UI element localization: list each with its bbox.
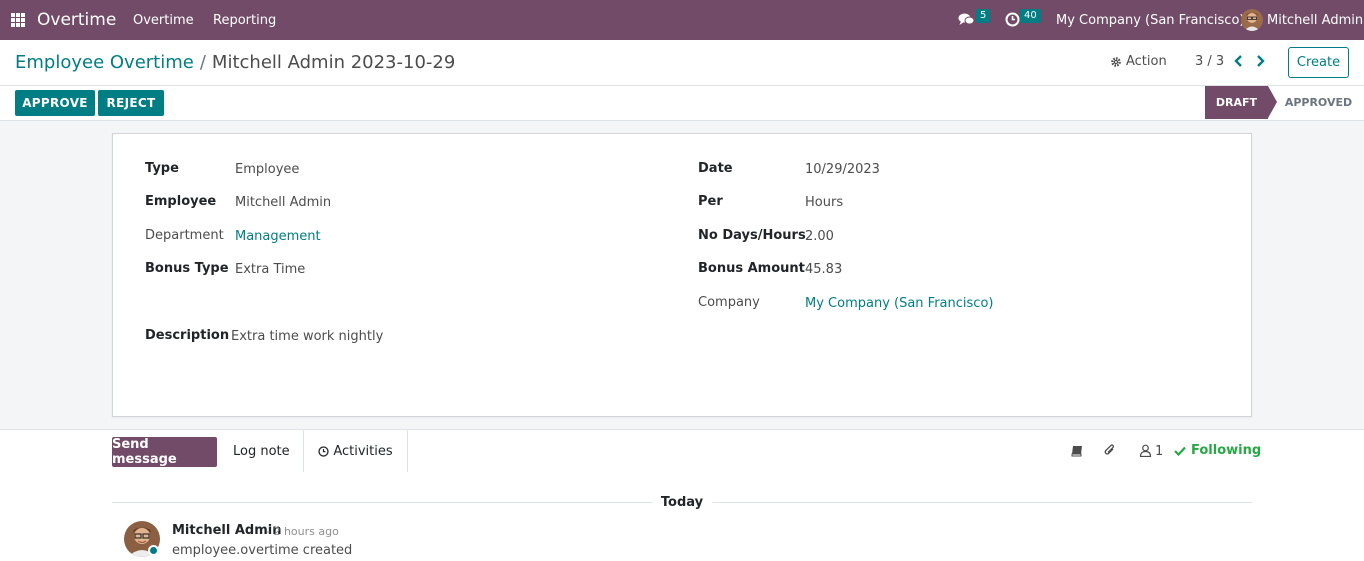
action-label: Action: [1126, 54, 1167, 69]
message-date: - 2 hours ago: [266, 525, 339, 538]
activities-count-badge: 40: [1020, 9, 1041, 23]
reject-button[interactable]: REJECT: [98, 90, 164, 116]
messages-icon[interactable]: [958, 12, 975, 27]
following-label: Following: [1191, 443, 1262, 458]
company-switcher[interactable]: My Company (San Francisco): [1056, 13, 1244, 28]
no-days-hours-field[interactable]: 2.00: [805, 229, 834, 244]
activities-label: Activities: [333, 443, 393, 459]
clock-icon: [318, 445, 329, 457]
top-navbar: Overtime Overtime Reporting 5 40 My Comp…: [0, 0, 1364, 40]
following-button[interactable]: Following: [1174, 443, 1261, 458]
bonus-type-field[interactable]: Extra Time: [235, 262, 305, 277]
description-label: Description: [145, 328, 230, 343]
company-link[interactable]: My Company (San Francisco): [805, 296, 993, 311]
activities-button[interactable]: Activities: [303, 430, 408, 472]
action-button[interactable]: Action: [1110, 54, 1167, 69]
per-label: Per: [698, 194, 723, 209]
breadcrumb: Employee Overtime / Mitchell Admin 2023-10…: [15, 52, 455, 73]
breadcrumb-separator: /: [199, 52, 206, 73]
log-note-button[interactable]: Log note: [233, 444, 290, 459]
approve-button[interactable]: APPROVE: [15, 90, 95, 116]
paperclip-icon[interactable]: [1103, 443, 1117, 458]
pager-previous-icon[interactable]: [1233, 54, 1245, 68]
book-icon[interactable]: [1071, 445, 1084, 457]
app-brand[interactable]: Overtime: [37, 10, 116, 30]
user-avatar[interactable]: [1241, 9, 1263, 31]
stage-arrow: [1268, 86, 1277, 118]
breadcrumb-root-link[interactable]: Employee Overtime: [15, 52, 194, 73]
bonus-amount-field[interactable]: 45.83: [805, 262, 842, 277]
description-field[interactable]: Extra time work nightly: [231, 329, 383, 344]
control-panel: Employee Overtime / Mitchell Admin 2023-10…: [0, 40, 1364, 86]
per-field[interactable]: Hours: [805, 195, 843, 210]
form-statusbar: APPROVE REJECT DRAFT APPROVED: [0, 86, 1364, 121]
online-status-dot: [148, 545, 159, 556]
menu-reporting[interactable]: Reporting: [213, 13, 276, 28]
follower-person-icon[interactable]: [1139, 444, 1152, 457]
type-label: Type: [145, 161, 179, 176]
department-link[interactable]: Management: [235, 229, 321, 244]
messages-count-badge: 5: [976, 9, 991, 23]
type-field[interactable]: Employee: [235, 162, 299, 177]
date-field[interactable]: 10/29/2023: [805, 162, 880, 177]
breadcrumb-current: Mitchell Admin 2023-10-29: [211, 52, 456, 73]
check-icon: [1174, 446, 1186, 456]
activities-clock-icon[interactable]: [1005, 12, 1020, 27]
employee-label: Employee: [145, 194, 217, 209]
company-label: Company: [698, 295, 760, 310]
bonus-type-label: Bonus Type: [145, 261, 229, 276]
pager-value[interactable]: 3 / 3: [1195, 54, 1224, 69]
date-divider-today: Today: [652, 495, 712, 510]
pager-next-icon[interactable]: [1254, 54, 1266, 68]
chatter-topbar: Send message Log note Activities 1 Follo…: [0, 430, 1364, 472]
department-label: Department: [145, 228, 224, 243]
app-menu-grid-icon[interactable]: [11, 13, 25, 27]
bonus-amount-label: Bonus Amount: [698, 261, 805, 276]
stage-draft[interactable]: DRAFT: [1205, 86, 1268, 119]
form-sheet: Type Employee Employee Mitchell Admin De…: [112, 133, 1252, 417]
stage-approved[interactable]: APPROVED: [1283, 86, 1354, 119]
employee-field[interactable]: Mitchell Admin: [235, 195, 331, 210]
menu-overtime[interactable]: Overtime: [133, 13, 194, 28]
user-menu-name[interactable]: Mitchell Admin: [1267, 13, 1363, 28]
message-body: employee.overtime created: [172, 543, 353, 558]
gear-icon: [1111, 56, 1121, 67]
send-message-button[interactable]: Send message: [112, 437, 217, 467]
no-days-hours-label: No Days/Hours: [698, 228, 806, 243]
followers-count[interactable]: 1: [1155, 444, 1163, 459]
date-label: Date: [698, 161, 733, 176]
create-button[interactable]: Create: [1288, 47, 1349, 78]
